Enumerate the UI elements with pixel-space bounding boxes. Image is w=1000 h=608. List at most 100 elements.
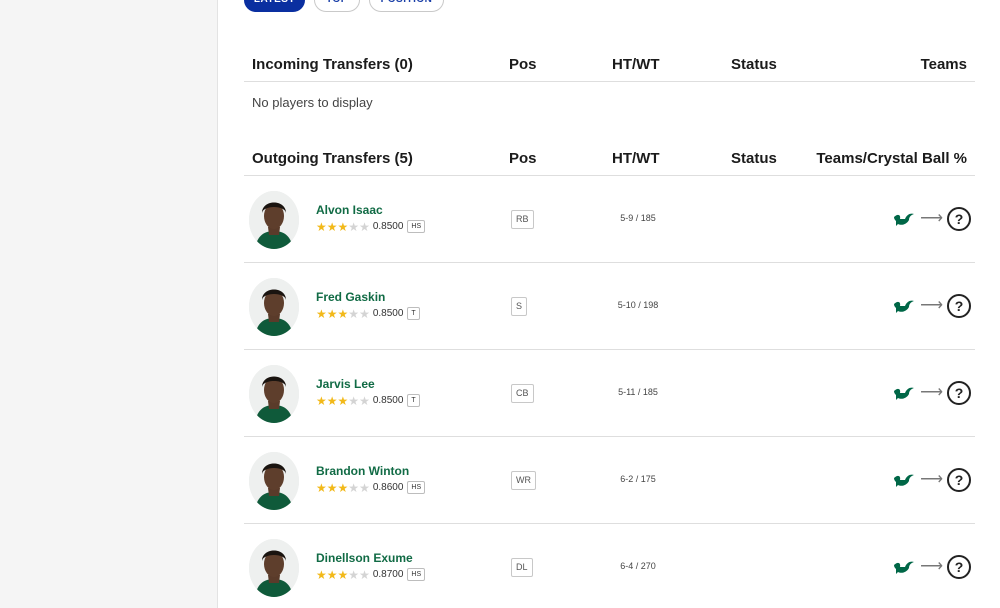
filter-tab-top[interactable]: Top: [314, 0, 360, 12]
arrow-right-icon: ⟶: [920, 297, 943, 314]
usf-bull-logo-icon[interactable]: [892, 558, 916, 576]
unknown-question-icon[interactable]: ?: [947, 294, 971, 318]
star-rating: ★ ★ ★ ★ ★: [316, 308, 370, 320]
col-status-header: Status: [731, 150, 777, 167]
rating-value: 0.8500: [372, 308, 404, 319]
usf-bull-logo-icon[interactable]: [892, 471, 916, 489]
star-icon: ★: [348, 480, 360, 495]
col-htwt-header: HT/WT: [612, 150, 660, 167]
incoming-header-row: Incoming Transfers (0) Pos HT/WT Status …: [244, 44, 975, 82]
unknown-question-icon[interactable]: ?: [947, 468, 971, 492]
player-name-link[interactable]: Dinellson Exume: [316, 551, 413, 565]
star-icon: ★: [337, 393, 349, 408]
player-headshot-icon: [249, 539, 299, 597]
player-name-link[interactable]: Alvon Isaac: [316, 203, 383, 217]
usf-bull-logo-icon[interactable]: [892, 297, 916, 315]
rating-value: 0.8500: [372, 221, 404, 232]
star-icon: ★: [359, 480, 370, 495]
usf-bull-logo-icon[interactable]: [892, 210, 916, 228]
height-weight: 5-10 / 198: [617, 300, 659, 310]
star-icon: ★: [337, 567, 349, 582]
outgoing-header-row: Outgoing Transfers (5) Pos HT/WT Status …: [244, 138, 975, 176]
position-badge: S: [511, 297, 528, 316]
player-headshot-icon: [249, 191, 299, 249]
incoming-transfers-table: Incoming Transfers (0) Pos HT/WT Status …: [244, 44, 975, 122]
unknown-question-icon[interactable]: ?: [947, 381, 971, 405]
player-rating: ★ ★ ★ ★ ★ 0.8700 HS: [316, 568, 426, 581]
level-badge: HS: [407, 481, 426, 494]
star-rating: ★ ★ ★ ★ ★: [316, 569, 370, 581]
col-teams-header: Teams: [920, 56, 967, 73]
level-badge: T: [407, 394, 420, 407]
team-transfer-path: ⟶ ?: [892, 381, 971, 405]
player-headshot-icon: [249, 365, 299, 423]
star-icon: ★: [326, 393, 338, 408]
usf-bull-logo-icon[interactable]: [892, 384, 916, 402]
star-icon: ★: [326, 567, 338, 582]
player-rating: ★ ★ ★ ★ ★ 0.8500 T: [316, 307, 420, 320]
unknown-question-icon[interactable]: ?: [947, 555, 971, 579]
player-avatar[interactable]: [249, 191, 299, 249]
left-sidebar: [0, 0, 218, 608]
player-avatar[interactable]: [249, 539, 299, 597]
player-name-link[interactable]: Jarvis Lee: [316, 377, 375, 391]
team-transfer-path: ⟶ ?: [892, 294, 971, 318]
player-row[interactable]: Brandon Winton ★ ★ ★ ★ ★ 0.8600 HS WR 6-2 / …: [244, 437, 975, 524]
player-rating: ★ ★ ★ ★ ★ 0.8600 HS: [316, 481, 426, 494]
level-badge: T: [407, 307, 420, 320]
star-icon: ★: [348, 219, 360, 234]
col-teams-crystal-ball-header: Teams/Crystal Ball %: [816, 150, 967, 167]
star-icon: ★: [359, 219, 370, 234]
star-icon: ★: [337, 219, 349, 234]
height-weight: 5-9 / 185: [620, 213, 656, 223]
outgoing-transfers-table: Outgoing Transfers (5) Pos HT/WT Status …: [244, 138, 975, 608]
level-badge: HS: [407, 220, 426, 233]
star-icon: ★: [337, 306, 349, 321]
player-rating: ★ ★ ★ ★ ★ 0.8500 HS: [316, 220, 426, 233]
star-icon: ★: [359, 306, 370, 321]
arrow-right-icon: ⟶: [920, 558, 943, 575]
level-badge: HS: [407, 568, 426, 581]
filter-tab-latest[interactable]: Latest: [244, 0, 305, 12]
star-icon: ★: [348, 306, 360, 321]
star-icon: ★: [316, 219, 327, 234]
arrow-right-icon: ⟶: [920, 384, 943, 401]
arrow-right-icon: ⟶: [920, 471, 943, 488]
unknown-question-icon[interactable]: ?: [947, 207, 971, 231]
player-row[interactable]: Fred Gaskin ★ ★ ★ ★ ★ 0.8500 T S 5-10 / 198 …: [244, 263, 975, 350]
star-icon: ★: [326, 480, 338, 495]
player-avatar[interactable]: [249, 452, 299, 510]
star-icon: ★: [326, 306, 338, 321]
empty-message: No players to display: [252, 95, 373, 110]
player-row[interactable]: Alvon Isaac ★ ★ ★ ★ ★ 0.8500 HS RB 5-9 / 185…: [244, 176, 975, 263]
position-badge: DL: [511, 558, 533, 577]
col-status-header: Status: [731, 56, 777, 73]
player-name-link[interactable]: Brandon Winton: [316, 464, 409, 478]
player-avatar[interactable]: [249, 365, 299, 423]
star-rating: ★ ★ ★ ★ ★: [316, 482, 370, 494]
player-rating: ★ ★ ★ ★ ★ 0.8500 T: [316, 394, 420, 407]
star-rating: ★ ★ ★ ★ ★: [316, 221, 370, 233]
star-icon: ★: [326, 219, 338, 234]
transfer-portal-panel: Latest Top Position Incoming Transfers (…: [219, 0, 1000, 608]
player-name-link[interactable]: Fred Gaskin: [316, 290, 385, 304]
player-avatar[interactable]: [249, 278, 299, 336]
player-row[interactable]: Jarvis Lee ★ ★ ★ ★ ★ 0.8500 T CB 5-11 / 185 …: [244, 350, 975, 437]
height-weight: 5-11 / 185: [618, 387, 658, 397]
star-rating: ★ ★ ★ ★ ★: [316, 395, 370, 407]
col-pos-header: Pos: [509, 56, 537, 73]
rating-value: 0.8600: [372, 482, 404, 493]
player-headshot-icon: [249, 452, 299, 510]
col-pos-header: Pos: [509, 150, 537, 167]
team-transfer-path: ⟶ ?: [892, 555, 971, 579]
filter-tab-position[interactable]: Position: [369, 0, 444, 12]
player-row[interactable]: Dinellson Exume ★ ★ ★ ★ ★ 0.8700 HS DL 6-4 /…: [244, 524, 975, 608]
height-weight: 6-4 / 270: [620, 561, 656, 571]
rating-value: 0.8500: [372, 395, 404, 406]
position-badge: CB: [511, 384, 534, 403]
star-icon: ★: [348, 393, 360, 408]
arrow-right-icon: ⟶: [920, 210, 943, 227]
star-icon: ★: [337, 480, 349, 495]
star-icon: ★: [316, 306, 327, 321]
star-icon: ★: [316, 480, 327, 495]
